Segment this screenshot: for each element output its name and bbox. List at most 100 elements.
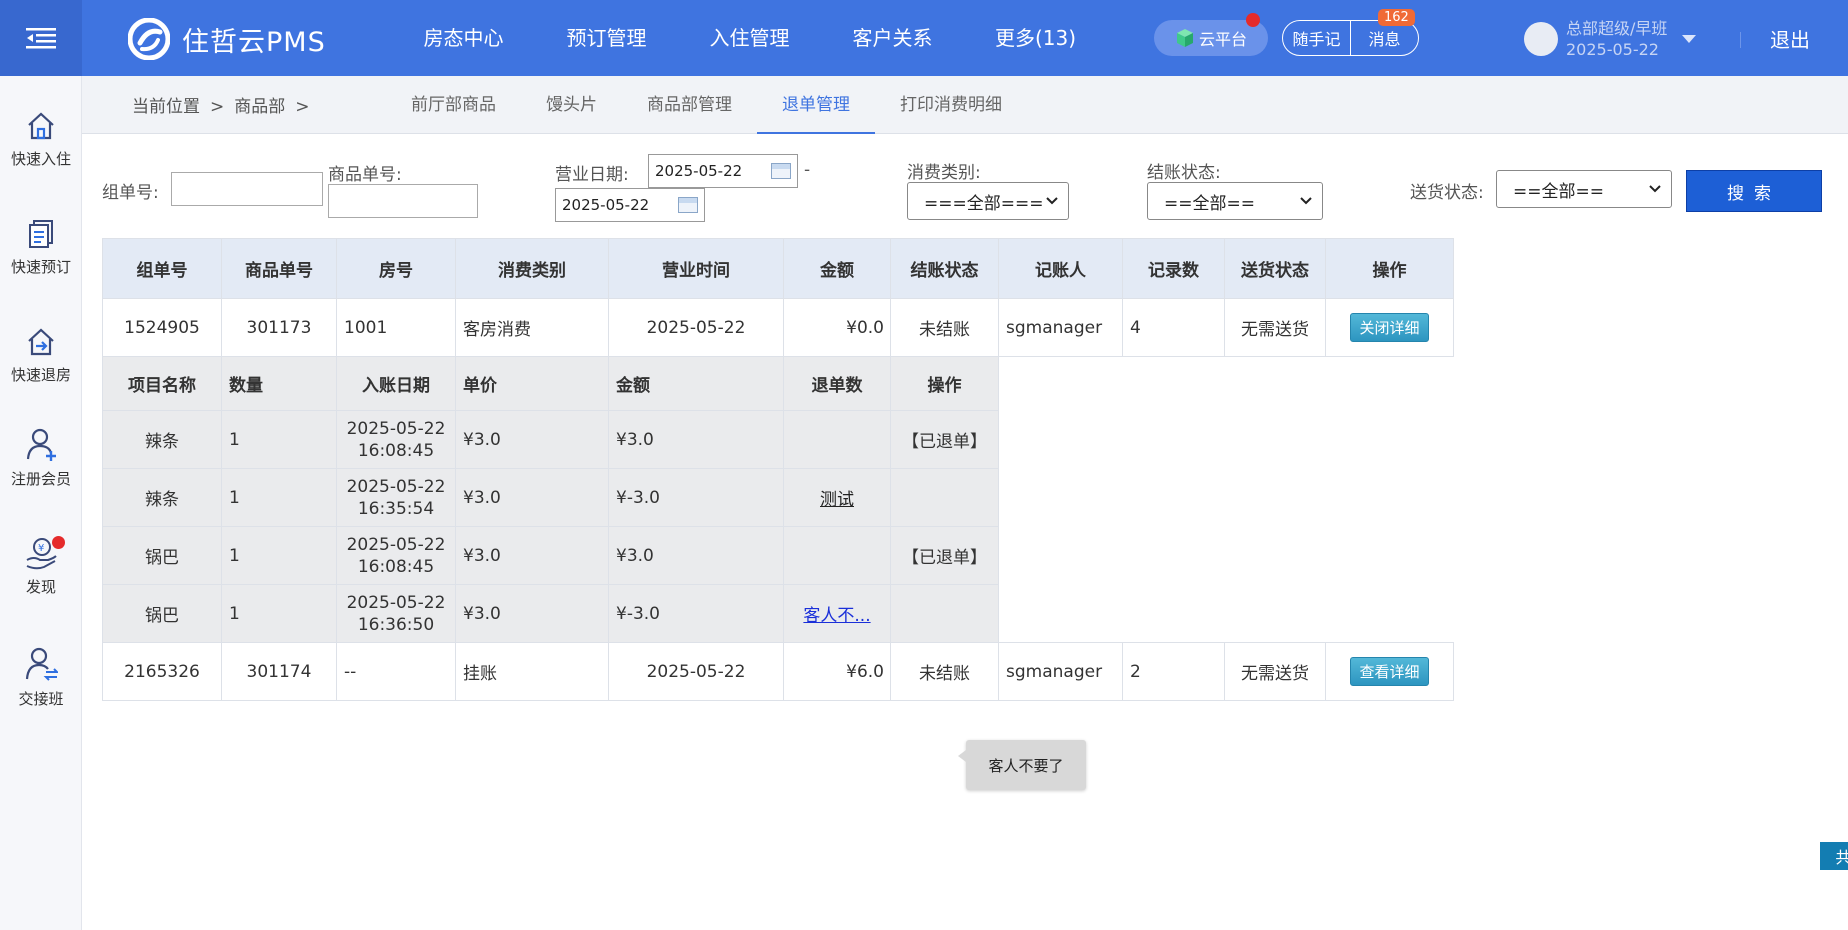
table-header-row: 组单号 商品单号 房号 消费类别 营业时间 金额 结账状态 记账人 记录数 送货… <box>102 238 1454 299</box>
tab-print-consumption[interactable]: 打印消费明细 <box>875 76 1027 134</box>
breadcrumb-bar: 当前位置 > 商品部 > 前厅部商品 馒头片 商品部管理 退单管理 打印消费明细 <box>82 76 1848 134</box>
amount-cell: ¥0.0 <box>783 298 891 357</box>
header-divider <box>1740 32 1741 48</box>
chevron-down-icon <box>1649 185 1661 193</box>
tab-mantou[interactable]: 馒头片 <box>521 76 622 134</box>
sidebar-item-label: 快速退房 <box>10 366 71 384</box>
tab-refund-management[interactable]: 退单管理 <box>757 76 875 134</box>
sidebar-item-quick-checkin[interactable]: 快速入住 <box>0 110 82 169</box>
entry-time: 16:36:50 <box>357 614 435 635</box>
delivery-cell: 无需送货 <box>1224 642 1326 701</box>
date-from-input[interactable]: 2025-05-22 <box>648 154 798 188</box>
chevron-down-icon <box>1300 197 1312 205</box>
table-row: 2165326 301174 -- 挂账 2025-05-22 ¥6.0 未结账… <box>102 642 1454 701</box>
view-detail-button[interactable]: 查看详细 <box>1350 657 1429 686</box>
room-cell: -- <box>336 642 456 701</box>
nav-more[interactable]: 更多(13) <box>964 0 1107 76</box>
entry-date: 2025-05-22 <box>346 592 446 613</box>
room-cell: 1001 <box>336 298 456 357</box>
refund-cell <box>783 526 891 585</box>
op-cell: 【已退单】 <box>890 410 999 469</box>
consume-type-select[interactable]: ===全部=== <box>907 182 1069 220</box>
detail-column-header: 入账日期 <box>336 356 456 411</box>
settle-cell: 未结账 <box>890 298 999 357</box>
calendar-icon[interactable] <box>678 197 698 213</box>
group-no-input[interactable] <box>171 172 323 206</box>
type-cell: 挂账 <box>455 642 609 701</box>
breadcrumb-section[interactable]: 商品部 <box>234 76 285 134</box>
detail-row: 辣条 1 2025-05-22 16:35:54 ¥3.0 ¥-3.0 测试 <box>102 468 1454 527</box>
date-to-value: 2025-05-22 <box>562 196 650 214</box>
op-cell: 【已退单】 <box>890 526 999 585</box>
amount-cell: ¥3.0 <box>608 526 784 585</box>
date-cell: 2025-05-22 <box>608 298 784 357</box>
entry-time: 16:08:45 <box>357 440 435 461</box>
detail-row: 锅巴 1 2025-05-22 16:36:50 ¥3.0 ¥-3.0 客人不..… <box>102 584 1454 643</box>
tab-goods-management[interactable]: 商品部管理 <box>622 76 757 134</box>
date-to-input[interactable]: 2025-05-22 <box>555 188 705 222</box>
menu-toggle-button[interactable] <box>0 0 82 76</box>
sidebar-item-quick-checkout[interactable]: 快速退房 <box>0 326 82 385</box>
user-menu[interactable]: 总部超级/早班 2025-05-22 <box>1524 18 1697 60</box>
settle-status-select[interactable]: ==全部== <box>1147 182 1323 220</box>
price-cell: ¥3.0 <box>455 584 609 643</box>
column-header: 记账人 <box>998 238 1123 299</box>
sidebar-item-label: 注册会员 <box>10 470 71 488</box>
avatar <box>1524 22 1558 56</box>
entry-date: 2025-05-22 <box>346 476 446 497</box>
column-header: 房号 <box>336 238 456 299</box>
refund-reason-link[interactable]: 客人不... <box>803 606 870 626</box>
notes-button[interactable]: 随手记 <box>1283 21 1351 55</box>
sidebar-item-quick-booking[interactable]: 快速预订 <box>0 218 82 277</box>
refund-reason-tooltip: 客人不要了 <box>958 740 1086 790</box>
date-from-value: 2025-05-22 <box>655 162 743 180</box>
tab-front-desk-goods[interactable]: 前厅部商品 <box>386 76 521 134</box>
table-row: 1524905 301173 1001 客房消费 2025-05-22 ¥0.0… <box>102 298 1454 357</box>
nav-customer[interactable]: 客户关系 <box>821 0 964 76</box>
group-no-cell: 2165326 <box>102 642 222 701</box>
sidebar-item-shift-handover[interactable]: 交接班 <box>0 646 82 709</box>
entry-date: 2025-05-22 <box>346 418 446 439</box>
goods-no-label: 商品单号: <box>328 165 402 185</box>
detail-column-header: 退单数 <box>783 356 891 411</box>
detail-spacer <box>998 468 1454 527</box>
sidebar-item-discover[interactable]: ¥ 发现 <box>0 536 82 597</box>
search-button[interactable]: 搜索 <box>1686 170 1822 212</box>
qty-cell: 1 <box>221 468 337 527</box>
delivery-status-value: ==全部== <box>1513 181 1604 202</box>
nav-reservation[interactable]: 预订管理 <box>535 0 678 76</box>
refund-reason-link[interactable]: 测试 <box>820 490 854 510</box>
messages-button[interactable]: 消息 <box>1351 21 1418 55</box>
delivery-status-select[interactable]: ==全部== <box>1496 170 1672 208</box>
detail-row: 锅巴 1 2025-05-22 16:08:45 ¥3.0 ¥3.0 【已退单】 <box>102 526 1454 585</box>
main-content: 组单号: 商品单号: 营业日期: 2025-05-22 - 2025-05-22… <box>82 134 1848 930</box>
breadcrumb: 当前位置 > 商品部 > <box>132 76 310 134</box>
user-date: 2025-05-22 <box>1566 40 1659 59</box>
sidebar: 快速入住 快速预订 快速退房 注册会员 ¥ 发现 交接班 <box>0 76 82 930</box>
notification-dot <box>1246 13 1260 27</box>
sidebar-item-label: 快速入住 <box>10 150 71 168</box>
group-no-label: 组单号: <box>102 183 159 203</box>
goods-no-input[interactable] <box>328 184 478 218</box>
amount-cell: ¥-3.0 <box>608 468 784 527</box>
detail-column-header: 数量 <box>221 356 337 411</box>
sidebar-item-register-member[interactable]: 注册会员 <box>0 426 82 489</box>
column-header: 操作 <box>1325 238 1454 299</box>
svg-text:¥: ¥ <box>38 543 44 554</box>
date-cell: 2025-05-22 <box>608 642 784 701</box>
consume-type-label: 消费类别: <box>907 163 981 183</box>
nav-checkin[interactable]: 入住管理 <box>678 0 821 76</box>
close-detail-button[interactable]: 关闭详细 <box>1350 313 1429 342</box>
nav-room-status[interactable]: 房态中心 <box>392 0 535 76</box>
detail-spacer <box>998 526 1454 585</box>
detail-column-header: 单价 <box>455 356 609 411</box>
calendar-icon[interactable] <box>771 163 791 179</box>
entry-date-cell: 2025-05-22 16:08:45 <box>336 526 456 585</box>
clerk-cell: sgmanager <box>998 642 1123 701</box>
amount-cell: ¥-3.0 <box>608 584 784 643</box>
logout-button[interactable]: 退出 <box>1770 24 1810 53</box>
column-header: 消费类别 <box>455 238 609 299</box>
refund-cell: 测试 <box>783 468 891 527</box>
column-header: 记录数 <box>1122 238 1225 299</box>
settle-cell: 未结账 <box>890 642 999 701</box>
